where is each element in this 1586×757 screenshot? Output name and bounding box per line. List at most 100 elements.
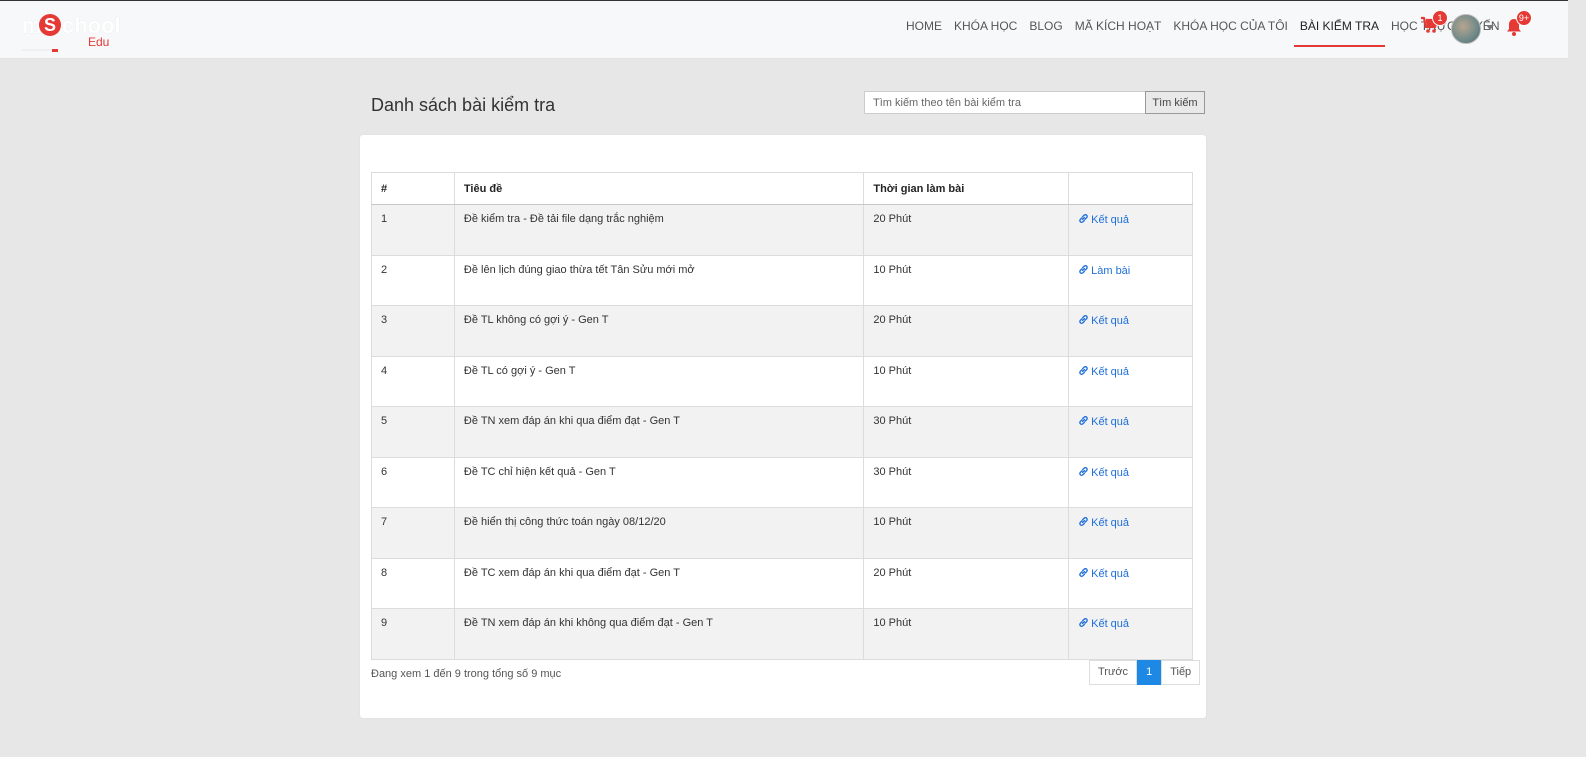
page-scrollbar[interactable] bbox=[1568, 0, 1586, 757]
link-icon bbox=[1079, 214, 1088, 223]
row-title: Đề TC chỉ hiện kết quả - Gen T bbox=[453, 456, 865, 508]
nav-item-0[interactable]: HOME bbox=[900, 1, 948, 47]
logo-letter-s: S bbox=[39, 14, 61, 36]
cart-button[interactable]: 1 bbox=[1420, 10, 1448, 37]
row-action-link[interactable]: Kết quả bbox=[1078, 517, 1129, 529]
row-number: 1 bbox=[371, 204, 455, 256]
link-icon bbox=[1079, 264, 1088, 274]
row-action-cell: Kết quả bbox=[1068, 507, 1193, 559]
row-action-label: Kết quả bbox=[1091, 214, 1130, 226]
row-action-label: Kết quả bbox=[1091, 416, 1130, 428]
search-button[interactable]: Tìm kiếm bbox=[1145, 91, 1205, 114]
table-row: 7 Đề hiển thị công thức toán ngày 08/12/2… bbox=[371, 507, 1193, 559]
table-info: Đang xem 1 đến 9 trong tổng số 9 mục bbox=[371, 668, 562, 680]
link-icon bbox=[1079, 416, 1088, 425]
row-action-cell: Kết quả bbox=[1068, 355, 1193, 407]
row-duration: 20 Phút bbox=[863, 557, 1070, 609]
row-number: 9 bbox=[371, 608, 455, 660]
link-icon bbox=[1079, 365, 1088, 375]
link-icon bbox=[1079, 517, 1088, 526]
row-action-cell: Làm bài bbox=[1068, 254, 1193, 306]
notification-count-badge: 9+ bbox=[1516, 10, 1532, 26]
row-number: 8 bbox=[371, 557, 455, 609]
column-header-duration: Thời gian làm bài bbox=[863, 172, 1070, 205]
table-body: 1 Đề kiểm tra - Đề tải file dạng trắc ngh… bbox=[371, 204, 1193, 660]
row-action-cell: Kết quả bbox=[1068, 608, 1193, 660]
row-title: Đề TN xem đáp án khi không qua điểm đạt … bbox=[453, 608, 865, 660]
row-action-label: Kết quả bbox=[1091, 567, 1130, 580]
row-duration: 20 Phút bbox=[863, 204, 1070, 256]
row-action-label: Làm bài bbox=[1091, 264, 1131, 277]
pagination: Trước 1 Tiếp bbox=[1089, 660, 1201, 685]
row-action-link[interactable]: Kết quả bbox=[1078, 416, 1129, 428]
row-duration: 10 Phút bbox=[863, 355, 1070, 407]
table-row: 6 Đề TC chỉ hiện kết quả - Gen T 30 Phút Kế… bbox=[371, 456, 1193, 508]
nav-item-5[interactable]: BÀI KIỂM TRA bbox=[1293, 1, 1385, 47]
row-action-link[interactable]: Làm bài bbox=[1078, 265, 1130, 277]
row-number: 4 bbox=[371, 355, 455, 407]
table-row: 5 Đề TN xem đáp án khi qua điểm đạt - Gen… bbox=[371, 406, 1193, 458]
search-input[interactable] bbox=[864, 91, 1146, 114]
logo-edu-text: Edu bbox=[88, 35, 110, 49]
table-row: 8 Đề TC xem đáp án khi qua điểm đạt - Gen… bbox=[371, 557, 1193, 609]
table-row: 3 Đề TL không có gợi ý - Gen T 20 Phút Kết … bbox=[371, 305, 1193, 357]
user-avatar[interactable] bbox=[1451, 14, 1481, 44]
row-duration: 30 Phút bbox=[863, 456, 1070, 508]
row-action-label: Kết quả bbox=[1091, 466, 1130, 479]
link-icon bbox=[1079, 315, 1088, 324]
row-action-link[interactable]: Kết quả bbox=[1078, 214, 1129, 226]
row-duration: 10 Phút bbox=[863, 254, 1070, 306]
row-title: Đề kiểm tra - Đề tải file dạng trắc nghi… bbox=[453, 204, 865, 256]
row-number: 2 bbox=[371, 254, 455, 306]
column-header-action bbox=[1068, 172, 1193, 205]
column-header-title: Tiêu đề bbox=[453, 172, 865, 205]
nav-item-4[interactable]: KHÓA HỌC CỦA TÔI bbox=[1167, 1, 1293, 47]
row-duration: 20 Phút bbox=[863, 305, 1070, 357]
row-action-cell: Kết quả bbox=[1068, 557, 1193, 609]
row-title: Đề TL không có gợi ý - Gen T bbox=[453, 305, 865, 357]
top-navbar: m S chool Edu HOME KHÓA HỌC BLOG MÃ KÍCH HO… bbox=[0, 1, 1568, 59]
cart-count-badge: 1 bbox=[1432, 10, 1448, 26]
table-row: 9 Đề TN xem đáp án khi không qua điểm đạt… bbox=[371, 608, 1193, 660]
row-action-cell: Kết quả bbox=[1068, 456, 1193, 508]
row-number: 7 bbox=[371, 507, 455, 559]
row-action-label: Kết quả bbox=[1091, 517, 1130, 529]
nav-item-3[interactable]: MÃ KÍCH HOẠT bbox=[1069, 1, 1168, 47]
row-title: Đề lên lịch đúng giao thừa tết Tân Sửu m… bbox=[453, 254, 865, 306]
row-action-cell: Kết quả bbox=[1068, 305, 1193, 357]
exam-table: # Tiêu đề Thời gian làm bài 1 Đề kiểm tra… bbox=[371, 172, 1193, 660]
row-title: Đề TC xem đáp án khi qua điểm đạt - Gen … bbox=[453, 557, 865, 609]
row-title: Đề hiển thị công thức toán ngày 08/12/20 bbox=[453, 507, 865, 559]
nav-item-1[interactable]: KHÓA HỌC bbox=[948, 1, 1023, 47]
logo-letter-m: m bbox=[22, 13, 42, 38]
row-action-link[interactable]: Kết quả bbox=[1078, 366, 1129, 378]
column-header-number: # bbox=[371, 172, 455, 205]
chevron-down-icon[interactable] bbox=[1486, 25, 1494, 30]
table-row: 4 Đề TL có gợi ý - Gen T 10 Phút Kết quả bbox=[371, 355, 1193, 407]
row-action-link[interactable]: Kết quả bbox=[1078, 618, 1129, 630]
page-title: Danh sách bài kiểm tra bbox=[371, 95, 556, 115]
notifications-button[interactable]: 9+ bbox=[1504, 10, 1532, 37]
row-action-cell: Kết quả bbox=[1068, 406, 1193, 458]
row-duration: 10 Phút bbox=[863, 507, 1070, 559]
row-number: 3 bbox=[371, 305, 455, 357]
table-row: 2 Đề lên lịch đúng giao thừa tết Tân Sửu … bbox=[371, 254, 1193, 306]
link-icon bbox=[1079, 567, 1088, 577]
nav-item-2[interactable]: BLOG bbox=[1023, 1, 1068, 47]
row-duration: 10 Phút bbox=[863, 608, 1070, 660]
logo-accent bbox=[52, 49, 58, 52]
main-nav: HOME KHÓA HỌC BLOG MÃ KÍCH HOẠT KHÓA HỌC CỦA… bbox=[900, 1, 1505, 59]
row-number: 5 bbox=[371, 406, 455, 458]
table-header-row: # Tiêu đề Thời gian làm bài bbox=[371, 172, 1193, 205]
pagination-page-current[interactable]: 1 bbox=[1137, 660, 1162, 685]
link-icon bbox=[1079, 618, 1088, 627]
pagination-prev[interactable]: Trước bbox=[1089, 660, 1138, 685]
row-action-link[interactable]: Kết quả bbox=[1078, 568, 1129, 580]
row-action-label: Kết quả bbox=[1091, 618, 1130, 630]
row-action-cell: Kết quả bbox=[1068, 204, 1193, 256]
row-action-link[interactable]: Kết quả bbox=[1078, 315, 1129, 327]
pagination-next[interactable]: Tiếp bbox=[1161, 660, 1201, 685]
row-action-link[interactable]: Kết quả bbox=[1078, 467, 1129, 479]
table-row: 1 Đề kiểm tra - Đề tải file dạng trắc ngh… bbox=[371, 204, 1193, 256]
site-logo[interactable]: m S chool Edu bbox=[22, 11, 122, 52]
